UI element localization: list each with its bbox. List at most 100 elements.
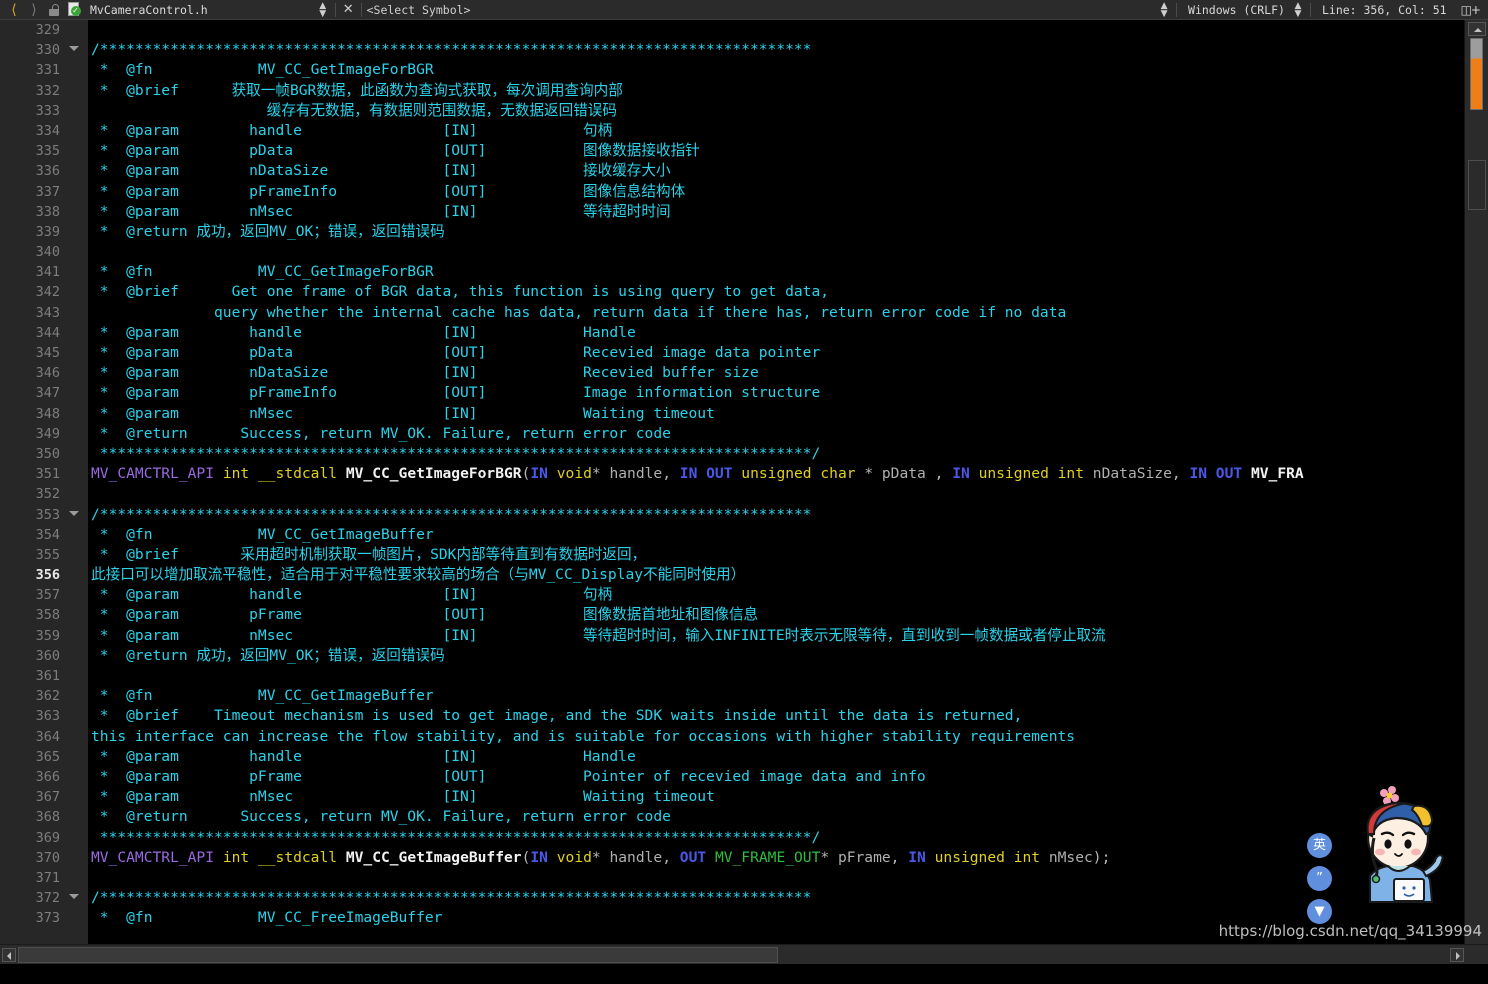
- split-editor-icon[interactable]: ◫+: [1453, 3, 1484, 17]
- code-line[interactable]: /***************************************…: [91, 505, 1488, 525]
- code-line[interactable]: * @param pFrame [OUT] 图像数据首地址和图像信息: [91, 605, 1488, 625]
- line-number: 347: [35, 385, 60, 402]
- code-line[interactable]: * @param pFrameInfo [OUT] Image informat…: [91, 383, 1488, 403]
- scroll-up-button[interactable]: [1468, 22, 1486, 36]
- code-token: * @param pFrame [OUT] 图像数据首地址和图像信息: [91, 606, 759, 624]
- code-line[interactable]: [91, 242, 1488, 262]
- code-line[interactable]: * @return 成功，返回MV_OK；错误，返回错误码: [91, 646, 1488, 666]
- line-number: 364: [35, 728, 60, 745]
- line-number: 338: [35, 203, 60, 220]
- horizontal-scrollbar-thumb[interactable]: [18, 947, 778, 963]
- code-line[interactable]: * @return Success, return MV_OK. Failure…: [91, 424, 1488, 444]
- scroll-left-button[interactable]: [2, 948, 16, 962]
- line-number: 340: [35, 244, 60, 261]
- code-line[interactable]: [91, 20, 1488, 40]
- code-line[interactable]: * @brief Get one frame of BGR data, this…: [91, 282, 1488, 302]
- code-line[interactable]: query whether the internal cache has dat…: [91, 303, 1488, 323]
- code-line[interactable]: * @param pData [OUT] Recevied image data…: [91, 343, 1488, 363]
- code-line[interactable]: * @param nDataSize [IN] Recevied buffer …: [91, 363, 1488, 383]
- code-line[interactable]: * @param pData [OUT] 图像数据接收指针: [91, 141, 1488, 161]
- line-number: 345: [35, 345, 60, 361]
- code-token: *: [591, 465, 610, 483]
- code-line[interactable]: * @fn MV_CC_GetImageBuffer: [91, 525, 1488, 545]
- quote-button[interactable]: ”: [1307, 866, 1332, 891]
- code-line[interactable]: ****************************************…: [91, 828, 1488, 848]
- code-line[interactable]: MV_CAMCTRL_API int __stdcall MV_CC_GetIm…: [91, 464, 1488, 484]
- code-line[interactable]: * @return Success, return MV_OK. Failure…: [91, 807, 1488, 827]
- code-line[interactable]: * @fn MV_CC_GetImageForBGR: [91, 262, 1488, 282]
- code-line[interactable]: MV_CAMCTRL_API int __stdcall MV_CC_GetIm…: [91, 848, 1488, 868]
- vertical-scrollbar[interactable]: [1464, 20, 1488, 964]
- code-line[interactable]: ****************************************…: [91, 444, 1488, 464]
- readonly-lock-button[interactable]: [44, 1, 64, 19]
- code-line[interactable]: * @param handle [IN] Handle: [91, 747, 1488, 767]
- code-area[interactable]: /***************************************…: [88, 20, 1488, 964]
- code-line[interactable]: * @brief 获取一帧BGR数据，此函数为查询式获取，每次调用查询内部: [91, 81, 1488, 101]
- code-token: IN OUT: [679, 465, 733, 483]
- file-list-dropdown[interactable]: ▲ ▼: [316, 1, 330, 18]
- forward-button[interactable]: ⟩: [24, 1, 44, 19]
- code-line[interactable]: * @param handle [IN] 句柄: [91, 121, 1488, 141]
- line-ending-label[interactable]: Windows (CRLF): [1182, 3, 1291, 17]
- code-line[interactable]: [91, 666, 1488, 686]
- mascot-side-buttons[interactable]: 英 ” ▼: [1307, 833, 1333, 924]
- code-line[interactable]: * @fn MV_CC_GetImageForBGR: [91, 60, 1488, 80]
- code-line[interactable]: [91, 868, 1488, 888]
- code-token: /***************************************…: [91, 889, 812, 907]
- line-number: 348: [35, 405, 60, 422]
- chevron-down-icon: ▼: [1160, 8, 1168, 19]
- code-line[interactable]: [91, 484, 1488, 504]
- translate-english-button[interactable]: 英: [1307, 833, 1332, 858]
- code-token: * @param pData [OUT] 图像数据接收指针: [91, 142, 700, 160]
- scroll-right-button[interactable]: [1450, 948, 1464, 962]
- code-line[interactable]: this interface can increase the flow sta…: [91, 727, 1488, 747]
- code-token: __stdcall: [257, 848, 338, 866]
- outfit-button[interactable]: ▼: [1307, 899, 1332, 924]
- back-button[interactable]: ⟨: [4, 1, 24, 19]
- code-token: * @param nDataSize [IN] Recevied buffer …: [91, 364, 759, 382]
- code-line[interactable]: 此接口可以增加取流平稳性，适合用于对平稳性要求较高的场合（与MV_CC_Disp…: [91, 565, 1488, 585]
- line-number: 342: [35, 284, 60, 301]
- code-line[interactable]: * @param pFrameInfo [OUT] 图像信息结构体: [91, 182, 1488, 202]
- encoding-dropdown[interactable]: ▲ ▼: [1291, 1, 1305, 18]
- code-token: * @param pFrameInfo [OUT] Image informat…: [91, 384, 821, 402]
- code-line[interactable]: * @param nDataSize [IN] 接收缓存大小: [91, 161, 1488, 181]
- code-editor[interactable]: 329 330 331 332 333 334 335 336 337 338 339 340 341 3…: [0, 20, 1488, 964]
- code-token: MV_FRA: [1250, 465, 1304, 483]
- line-number: 349: [35, 425, 60, 442]
- code-line[interactable]: 缓存有无数据，有数据则范围数据，无数据返回错误码: [91, 101, 1488, 121]
- code-token: IN OUT: [1189, 465, 1243, 483]
- code-line[interactable]: * @param pFrame [OUT] Pointer of recevie…: [91, 767, 1488, 787]
- code-token: ****************************************…: [91, 444, 821, 462]
- line-ending-dropdown[interactable]: ▲ ▼: [1157, 1, 1171, 19]
- code-line[interactable]: * @param nMsec [IN] 等待超时时间，输入INFINITE时表示…: [91, 626, 1488, 646]
- code-line[interactable]: * @param nMsec [IN] 等待超时时间: [91, 202, 1488, 222]
- fold-triangle-icon[interactable]: [69, 510, 79, 516]
- fold-triangle-icon[interactable]: [69, 46, 79, 52]
- code-token: handle: [609, 465, 663, 483]
- line-number: 334: [35, 122, 60, 139]
- code-line[interactable]: * @param handle [IN] Handle: [91, 323, 1488, 343]
- code-line[interactable]: /***************************************…: [91, 888, 1488, 908]
- code-line[interactable]: * @param handle [IN] 句柄: [91, 585, 1488, 605]
- horizontal-scrollbar[interactable]: [0, 944, 1488, 964]
- vertical-scrollbar-thumb[interactable]: [1470, 38, 1483, 110]
- code-token: * @param nDataSize [IN] 接收缓存大小: [91, 162, 671, 180]
- code-line[interactable]: * @param nMsec [IN] Waiting timeout: [91, 404, 1488, 424]
- code-line[interactable]: * @param nMsec [IN] Waiting timeout: [91, 787, 1488, 807]
- code-line[interactable]: * @return 成功，返回MV_OK；错误，返回错误码: [91, 222, 1488, 242]
- code-token: void: [556, 465, 592, 483]
- code-line[interactable]: /***************************************…: [91, 40, 1488, 60]
- code-line[interactable]: * @brief 采用超时机制获取一帧图片，SDK内部等待直到有数据时返回，: [91, 545, 1488, 565]
- code-line[interactable]: * @brief Timeout mechanism is used to ge…: [91, 706, 1488, 726]
- select-symbol-dropdown[interactable]: <Select Symbol>: [367, 3, 471, 17]
- close-file-button[interactable]: ✕: [341, 2, 356, 17]
- open-file-name[interactable]: MvCameraControl.h: [90, 3, 208, 17]
- scroll-marker-box[interactable]: [1468, 160, 1486, 210]
- file-status-button[interactable]: ✓: [64, 1, 84, 19]
- code-line[interactable]: * @fn MV_CC_GetImageBuffer: [91, 686, 1488, 706]
- fold-triangle-icon[interactable]: [69, 894, 79, 900]
- code-token: * @param nMsec [IN] Waiting timeout: [91, 404, 715, 422]
